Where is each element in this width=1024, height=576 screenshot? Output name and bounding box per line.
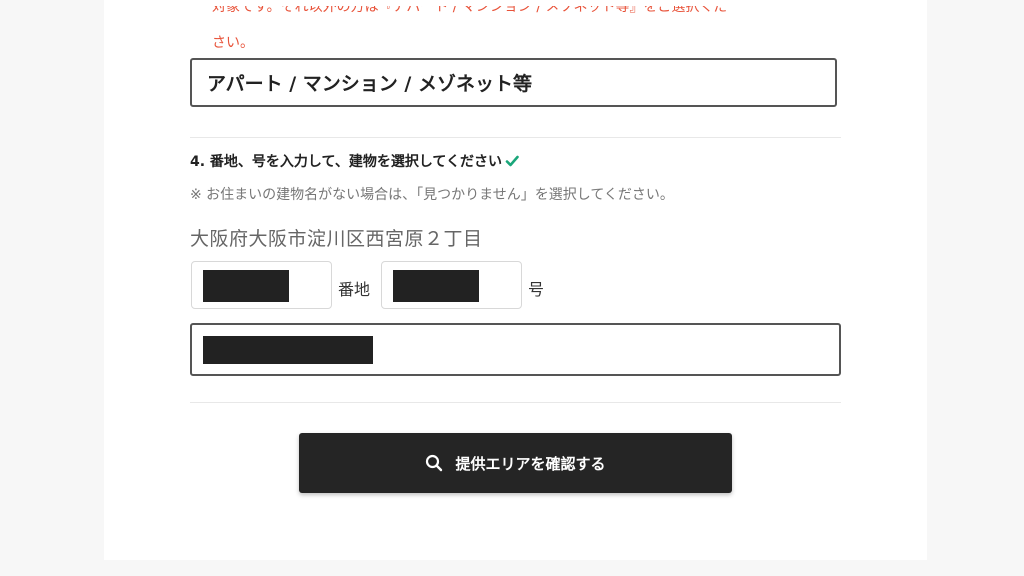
section-divider (190, 137, 841, 138)
confirm-area-button[interactable]: 提供エリアを確認する (299, 433, 732, 493)
go-label: 号 (528, 280, 545, 299)
go-input[interactable] (381, 261, 522, 309)
notice-line-1: 対象です。それ以外の方は『アパート / マンション / メゾネット等』をご選択く… (212, 6, 728, 15)
banchi-label: 番地 (338, 280, 371, 299)
banchi-input[interactable] (191, 261, 332, 309)
section-divider (190, 402, 841, 403)
building-not-found-hint: ※ お住まいの建物名がない場合は、「見つかりません」を選択してください。 (190, 187, 674, 203)
housing-type-selected-value: アパート / マンション / メゾネット等 (207, 73, 532, 95)
redacted-value (393, 270, 479, 302)
housing-type-notice: 対象です。それ以外の方は『アパート / マンション / メゾネット等』をご選択く… (212, 6, 842, 54)
building-select[interactable] (190, 323, 841, 376)
address-text: 大阪府大阪市淀川区西宮原２丁目 (190, 228, 483, 250)
confirm-area-button-label: 提供エリアを確認する (455, 454, 606, 473)
step-4-title: 4. 番地、号を入力して、建物を選択してください (190, 151, 519, 171)
redacted-value (203, 336, 373, 364)
step-4-title-text: 4. 番地、号を入力して、建物を選択してください (190, 154, 502, 170)
check-icon (505, 155, 519, 167)
search-icon (426, 454, 443, 472)
redacted-value (203, 270, 289, 302)
housing-type-select[interactable]: アパート / マンション / メゾネット等 (190, 58, 837, 107)
page: 対象です。それ以外の方は『アパート / マンション / メゾネット等』をご選択く… (0, 0, 1024, 576)
notice-line-2: さい。 (212, 35, 254, 51)
